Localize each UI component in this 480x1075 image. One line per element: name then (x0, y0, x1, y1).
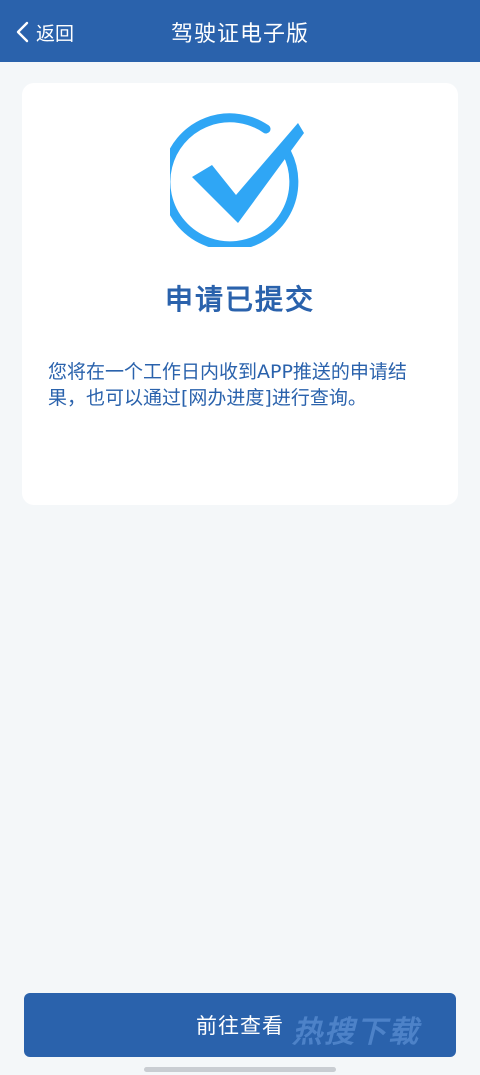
status-title: 申请已提交 (164, 283, 315, 316)
result-card: 申请已提交 您将在一个工作日内收到APP推送的申请结果，也可以通过[网办进度]进… (22, 83, 458, 505)
status-message: 您将在一个工作日内收到APP推送的申请结果，也可以通过[网办进度]进行查询。 (48, 361, 407, 409)
home-indicator (144, 1067, 336, 1072)
nav-bar: 返回 驾驶证电子版 (0, 0, 480, 62)
view-button-label: 前往查看 (196, 1014, 284, 1038)
watermark-logo: 热搜下载 (292, 1015, 420, 1050)
page-title: 驾驶证电子版 (170, 22, 309, 47)
view-button[interactable]: 前往查看 热搜下载 (24, 993, 456, 1057)
check-circle-icon (161, 107, 320, 251)
